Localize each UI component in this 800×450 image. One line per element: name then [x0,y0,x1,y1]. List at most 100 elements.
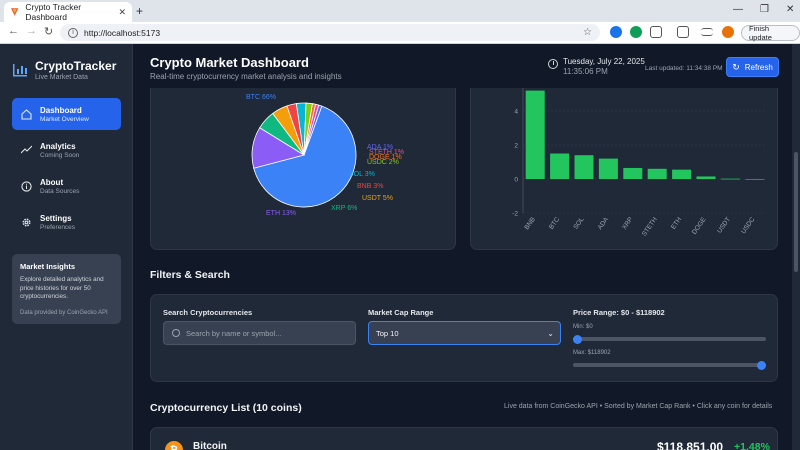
coin-list-meta: Live data from CoinGecko API • Sorted by… [504,403,773,410]
tab-close-icon[interactable]: ✕ [118,7,126,18]
market-cap-select[interactable]: Top 10 ⌄ [368,321,561,345]
bar[interactable] [525,90,545,179]
bar-chart-logo-icon [13,64,27,77]
window-restore-icon[interactable]: ❐ [760,4,769,15]
sidebar-item-label: About [40,177,64,187]
page-title: Crypto Market Dashboard [150,55,309,70]
bar[interactable] [745,179,765,180]
market-insights-panel: Market Insights Explore detailed analyti… [12,254,121,324]
pie-slice-label: BNB 3% [357,183,383,190]
home-icon [20,108,32,120]
coin-row-bitcoin[interactable]: ₿ Bitcoin $118,851.00 +1.48% [150,427,778,450]
sidebar-item-label: Dashboard [40,105,82,115]
browser-navbar: ← → ↻ i http://localhost:5173 ☆ Finish u… [0,22,800,44]
y-tick-label: 0 [514,177,518,184]
x-tick-label: DOGE [691,216,708,236]
current-date: Tuesday, July 22, 2025 [563,57,645,66]
sidebar-item-sublabel: Market Overview [40,115,89,123]
sidebar-item-sublabel: Data Sources [40,187,80,195]
bar[interactable] [696,176,716,179]
search-input[interactable] [186,328,346,338]
refresh-button[interactable]: ↻ Refresh [726,57,779,77]
x-tick-label: SOL [572,216,585,231]
window-close-icon[interactable]: ✕ [786,4,794,15]
dashboard-header: Crypto Market Dashboard Real-time crypto… [133,44,792,88]
x-tick-label: USDC [740,216,756,235]
brand: CryptoTracker Live Market Data [13,59,116,81]
max-price-slider[interactable] [573,363,766,367]
bar[interactable] [647,168,667,179]
max-price-slider-thumb[interactable] [757,360,766,370]
bitcoin-logo-icon: ₿ [165,441,183,450]
scrollbar-thumb[interactable] [794,152,798,272]
pie-slice-label: SOL 3% [349,171,375,178]
insights-body: Explore detailed analytics and price his… [20,276,104,300]
sidebar-item-about[interactable]: About Data Sources [12,170,121,202]
coin-price: $118,851.00 [657,440,724,450]
y-tick-label: -2 [512,211,518,218]
coin-change: +1.48% [734,441,770,450]
extensions-puzzle-icon[interactable] [650,26,662,38]
min-price-label: Min: $0 [573,324,593,330]
brand-subtitle: Live Market Data [35,74,88,81]
chevron-down-icon: ⌄ [547,328,554,338]
insights-footer: Data provided by CoinGecko API [20,309,108,316]
back-icon[interactable]: ← [8,25,19,37]
sidebar-item-analytics[interactable]: Analytics Coming Soon [12,134,121,166]
browser-tab[interactable]: Crypto Tracker Dashboard ✕ [4,2,132,22]
page-scrollbar[interactable] [792,44,800,450]
clock-icon [548,59,558,69]
pie-slice-label: USDT 5% [362,195,393,202]
tab-title: Crypto Tracker Dashboard [25,2,82,22]
market-cap-value: Top 10 [376,328,399,338]
split-view-icon[interactable] [677,26,689,38]
forward-icon[interactable]: → [26,25,37,37]
window-minimize-icon[interactable]: — [733,4,743,15]
x-tick-label: STETH [641,216,659,238]
bar[interactable] [550,153,570,180]
price-range-label: Price Range: $0 - $118902 [573,308,665,317]
sidebar-item-dashboard[interactable]: Dashboard Market Overview [12,98,121,130]
pie-slice-label: XRP 6% [331,205,357,212]
market-cap-label: Market Cap Range [368,308,434,317]
bookmark-star-icon[interactable]: ☆ [583,27,592,38]
x-tick-label: BNB [523,216,536,231]
browser-tabbar: Crypto Tracker Dashboard ✕ + — ❐ ✕ [0,0,800,22]
bar[interactable] [623,167,643,179]
x-tick-label: ETH [670,216,683,231]
x-tick-label: XRP [621,216,634,231]
sidebar-item-label: Settings [40,213,72,223]
pie-slice-label: ETH 13% [266,210,296,217]
y-tick-label: 2 [514,143,518,150]
pie-slice-label: BTC 66% [246,94,276,101]
brand-title: CryptoTracker [35,59,117,73]
finish-update-button[interactable]: Finish update [741,24,800,42]
bar[interactable] [720,178,740,180]
new-tab-icon[interactable]: + [136,4,143,18]
pie-slice-label: ADA 1% [367,144,393,151]
address-bar[interactable]: i http://localhost:5173 ☆ [60,24,600,41]
reading-list-icon[interactable] [701,28,713,36]
bar[interactable] [598,158,618,179]
sidebar-item-settings[interactable]: Settings Preferences [12,206,121,238]
insights-title: Market Insights [20,262,76,271]
search-icon [172,329,180,337]
site-info-icon[interactable]: i [68,27,78,38]
bar[interactable] [672,169,692,179]
profile-avatar[interactable] [722,26,734,38]
search-label: Search Cryptocurrencies [163,308,253,317]
reload-icon[interactable]: ↻ [44,25,53,38]
extension-audio-icon[interactable] [610,26,622,38]
sidebar-item-label: Analytics [40,141,76,151]
extension-grammarly-icon[interactable] [630,26,642,38]
min-price-slider-thumb[interactable] [573,334,582,344]
sidebar-item-sublabel: Preferences [40,223,76,231]
url-text: http://localhost:5173 [84,27,161,38]
sidebar: CryptoTracker Live Market Data Dashboard… [0,44,133,450]
coin-name: Bitcoin [193,441,227,450]
filters-title: Filters & Search [150,269,230,281]
search-field[interactable] [163,321,356,345]
bar[interactable] [574,155,594,179]
min-price-slider[interactable] [573,337,766,341]
trend-icon [20,144,32,156]
